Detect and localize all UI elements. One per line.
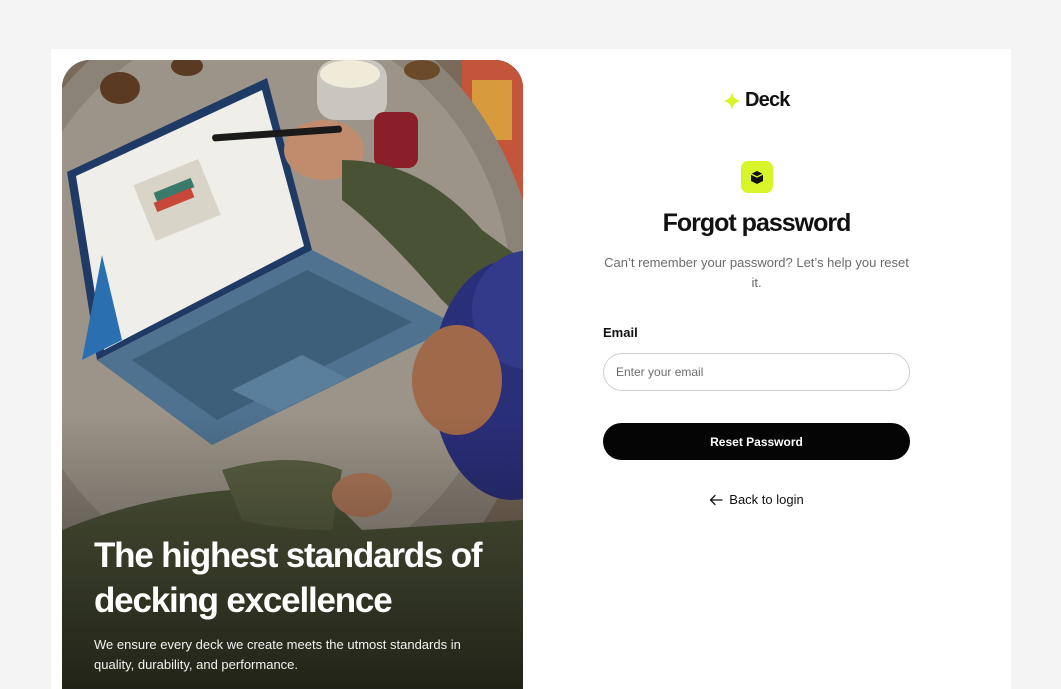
back-to-login-label: Back to login [729, 492, 804, 507]
arrow-left-icon [710, 494, 723, 505]
hero-title: The highest standards of decking excelle… [94, 536, 483, 620]
email-label: Email [603, 325, 638, 340]
page-title: Forgot password [662, 209, 852, 237]
back-to-login-link[interactable]: Back to login [603, 492, 910, 507]
box-icon [750, 171, 764, 184]
sparkle-star-icon [723, 91, 741, 110]
brand-name: Deck [745, 89, 790, 111]
hero-panel: The highest standards of decking excelle… [62, 60, 523, 689]
badge [741, 161, 773, 193]
hero-text: The highest standards of decking excelle… [94, 533, 504, 675]
form-column: Deck Forgot password Can’t remember your… [603, 49, 910, 689]
hero-subtitle: We ensure every deck we create meets the… [94, 637, 461, 672]
forgot-password-card: The highest standards of decking excelle… [51, 49, 1011, 689]
email-field[interactable] [603, 353, 910, 391]
brand-logo[interactable]: Deck [723, 89, 790, 112]
page-subtitle: Can’t remember your password? Let’s help… [604, 255, 909, 290]
reset-password-button[interactable]: Reset Password [603, 423, 910, 460]
